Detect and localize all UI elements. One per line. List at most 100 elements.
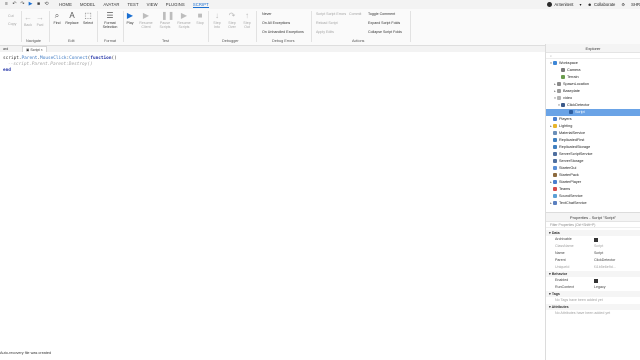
play-button[interactable]: ▶ Play — [125, 12, 135, 26]
step-into-button[interactable]: ↓ Step Into — [211, 12, 223, 30]
prop-value[interactable]: Legacy — [594, 284, 606, 291]
checkbox-checked-icon[interactable] — [594, 237, 598, 242]
back-button[interactable]: ← Back — [24, 14, 32, 28]
tree-item-starterplayer[interactable]: ▸ StarterPlayer — [546, 179, 640, 186]
prop-classname: ClassName Script — [546, 243, 640, 250]
find-button[interactable]: ⌕ Find — [52, 11, 62, 26]
tree-item-clickdetector[interactable]: ▾ ClickDetector — [546, 102, 640, 109]
script-errors-button[interactable]: Script Script Errors — [316, 12, 346, 16]
tree-item-baseplate[interactable]: ▸ Baseplate — [546, 88, 640, 95]
teams-icon — [553, 187, 557, 191]
reload-script-button[interactable]: Reload Script — [316, 21, 338, 25]
tree-item-label: StarterPack — [559, 173, 579, 177]
expand-folds-button[interactable]: Expand Script Folds — [368, 21, 400, 25]
toggle-comment-button[interactable]: Toggle Comment — [368, 12, 395, 16]
stop-icon[interactable]: ■ — [36, 2, 41, 7]
sound-icon — [553, 194, 557, 198]
user-menu[interactable]: Ar4enitent — [547, 2, 573, 7]
prop-value[interactable] — [594, 236, 598, 243]
ribbon: Cut Copy ← Back → Fwd Navigate ⌕ Find A Repl… — [0, 9, 640, 46]
prop-value[interactable]: ClickDetector — [594, 257, 615, 264]
code-token: Parent — [21, 56, 38, 61]
prop-value[interactable]: Script — [594, 250, 603, 257]
tree-item-players[interactable]: Players — [546, 116, 640, 123]
file-icon[interactable]: ≡ — [4, 2, 9, 7]
cut-button[interactable]: Cut — [8, 14, 14, 18]
collaborate-button[interactable]: ☻ Collaborate — [588, 2, 616, 7]
divider — [123, 11, 124, 42]
tree-item-label: Terrain — [567, 75, 579, 79]
tree-item-workspace[interactable]: ▾ Workspace — [546, 60, 640, 67]
resume-scripts-button[interactable]: ▶ Resume Scripts — [175, 12, 193, 30]
menu-model[interactable]: MODEL — [80, 2, 95, 8]
collapse-folds-button[interactable]: Collapse Script Folds — [368, 30, 402, 34]
never-option[interactable]: Never — [262, 12, 272, 16]
material-icon — [553, 131, 557, 135]
stop-button[interactable]: ■ Stop — [195, 12, 205, 26]
step-over-button[interactable]: ↷ Step Over — [226, 11, 238, 30]
menu-test[interactable]: TEST — [128, 2, 139, 8]
prop-enabled[interactable]: Enabled — [546, 277, 640, 284]
script-editor[interactable]: script.Parent.MouseClick:Connect(functio… — [0, 52, 545, 346]
tree-item-script[interactable]: Script — [546, 109, 640, 116]
reset-icon[interactable]: ⟲ — [44, 2, 49, 7]
play-icon[interactable]: ▶ — [28, 2, 33, 7]
tree-item-serverscriptservice[interactable]: ServerScriptService — [546, 151, 640, 158]
menu-home[interactable]: HOME — [59, 2, 72, 8]
account-area: Ar4enitent ▾ ☻ Collaborate ⚙ SHR — [547, 0, 640, 9]
tree-item-label: StarterPlayer — [559, 180, 582, 184]
tree-item-starterpack[interactable]: StarterPack — [546, 172, 640, 179]
explorer-panel: Explorer ⌕ ▾ Workspace Camera Terrain ▸ Sp… — [545, 44, 640, 212]
pause-scripts-button[interactable]: ❚❚ Pause Scripts — [157, 12, 175, 30]
redo-icon[interactable]: ↷ — [20, 2, 25, 7]
explorer-filter-input[interactable]: ⌕ — [546, 53, 640, 59]
select-button[interactable]: ⬚ Select — [82, 12, 94, 26]
forward-button[interactable]: → Fwd — [36, 14, 44, 28]
commit-button[interactable]: Commit — [349, 12, 361, 16]
resume-client-button[interactable]: ▶ Resume Client — [138, 12, 154, 30]
tree-item-soundservice[interactable]: SoundService — [546, 193, 640, 200]
prop-value[interactable] — [594, 277, 598, 284]
starter-gui-icon — [553, 166, 557, 170]
settings-icon[interactable]: ⚙ — [621, 2, 625, 7]
all-exceptions-option[interactable]: On All Exceptions — [262, 21, 290, 25]
properties-filter-input[interactable]: Filter Properties (Ctrl+Shift+P) — [546, 222, 640, 228]
menu-view[interactable]: VIEW — [147, 2, 158, 8]
tree-item-camera[interactable]: Camera — [546, 67, 640, 74]
tree-item-materialservice[interactable]: MaterialService — [546, 130, 640, 137]
notifications-icon[interactable]: ▾ — [579, 2, 581, 7]
checkbox-checked-icon[interactable] — [594, 278, 598, 283]
step-out-button[interactable]: ↑ Step Out — [241, 11, 253, 30]
tree-item-label: ReplicatedStorage — [559, 145, 591, 149]
tree-item-replicatedfirst[interactable]: ReplicatedFirst — [546, 137, 640, 144]
prop-archivable[interactable]: Archivable — [546, 236, 640, 243]
tree-item-teams[interactable]: Teams — [546, 186, 640, 193]
search-icon: ⌕ — [54, 11, 60, 20]
menu-plugins[interactable]: PLUGINS — [166, 2, 185, 8]
tree-item-terrain[interactable]: Terrain — [546, 74, 640, 81]
tree-item-label: SpawnLocation — [563, 82, 589, 86]
unhandled-exceptions-option[interactable]: On Unhandled Exceptions — [262, 30, 304, 34]
tree-item-replicatedstorage[interactable]: ReplicatedStorage — [546, 144, 640, 151]
share-label[interactable]: SHR — [631, 2, 640, 7]
tree-item-video[interactable]: ▾ video — [546, 95, 640, 102]
prop-parent[interactable]: Parent ClickDetector — [546, 257, 640, 264]
prop-runcontext[interactable]: RunContext Legacy — [546, 284, 640, 291]
tree-item-textchatservice[interactable]: ▸ TextChatService — [546, 200, 640, 207]
tree-item-serverstorage[interactable]: ServerStorage — [546, 158, 640, 165]
replace-button[interactable]: A Replace — [65, 12, 79, 26]
camera-icon — [561, 68, 565, 72]
step-over-icon: ↷ — [228, 11, 236, 20]
format-selection-button[interactable]: ☰ Format Selection — [100, 12, 120, 30]
tree-item-startergui[interactable]: StarterGui — [546, 165, 640, 172]
undo-icon[interactable]: ↶ — [12, 2, 17, 7]
step-out-icon: ↑ — [245, 11, 249, 20]
apply-edits-button[interactable]: Apply Edits — [316, 30, 334, 34]
menu-script[interactable]: SCRIPT — [192, 2, 209, 8]
server-storage-icon — [553, 159, 557, 163]
tree-item-lighting[interactable]: ▸ Lighting — [546, 123, 640, 130]
copy-button[interactable]: Copy — [8, 22, 16, 26]
prop-name[interactable]: Name Script — [546, 250, 640, 257]
tree-item-spawnlocation[interactable]: ▸ SpawnLocation — [546, 81, 640, 88]
menu-avatar[interactable]: AVATAR — [103, 2, 119, 8]
